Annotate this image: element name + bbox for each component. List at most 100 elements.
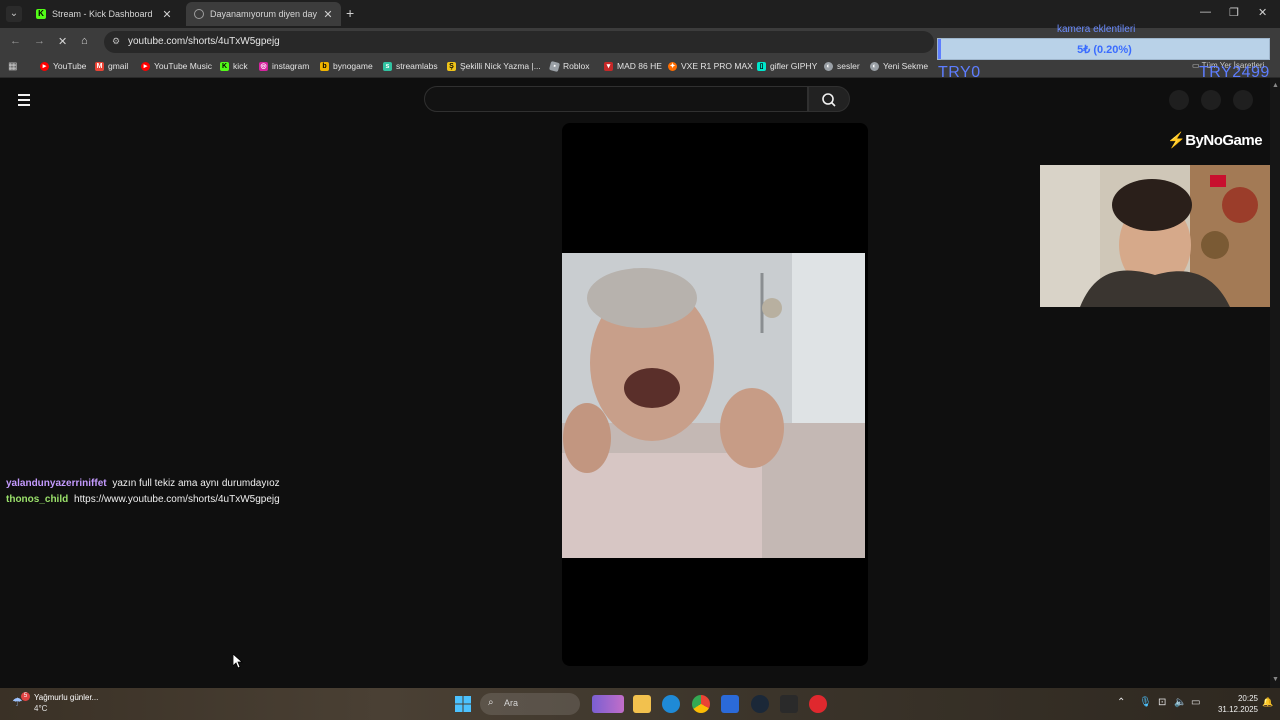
chat-username: yalandunyazerriniffet bbox=[6, 478, 107, 489]
bookmark-kick[interactable]: Kkick bbox=[220, 61, 248, 71]
bookmark-streamlabs[interactable]: s streamlabs bbox=[383, 61, 438, 71]
instagram-icon: ◎ bbox=[259, 61, 268, 71]
epic-games-icon[interactable] bbox=[780, 695, 798, 713]
temperature: 4°C bbox=[34, 704, 48, 713]
bookmark-mad[interactable]: ▾ MAD 86 HE bbox=[604, 61, 662, 71]
close-icon[interactable]: ✕ bbox=[160, 8, 174, 21]
avatar[interactable] bbox=[1233, 90, 1253, 110]
search-icon: ⌕ bbox=[488, 697, 494, 708]
taskbar-clock[interactable]: 20:25 31.12.2025 bbox=[1208, 693, 1258, 715]
new-tab-button[interactable]: + bbox=[346, 5, 354, 21]
minimize-icon[interactable]: — bbox=[1200, 6, 1211, 18]
steam-icon[interactable] bbox=[751, 695, 769, 713]
tab-youtube-short[interactable]: Dayanamıyorum diyen day ✕ bbox=[186, 2, 341, 26]
chat-message: yalandunyazerriniffet yazın full tekiz a… bbox=[6, 476, 280, 492]
youtube-loading-icon bbox=[194, 9, 204, 19]
home-icon[interactable]: ⌂ bbox=[81, 35, 88, 47]
chrome-icon[interactable] bbox=[692, 695, 710, 713]
tab-search-button[interactable]: ⌄ bbox=[6, 6, 22, 22]
overlay-goal-label: kamera eklentileri bbox=[1057, 24, 1136, 35]
mad-icon: ▾ bbox=[604, 61, 613, 71]
scroll-down-icon[interactable]: ▼ bbox=[1272, 676, 1279, 683]
battery-icon[interactable]: ▭ bbox=[1191, 697, 1200, 708]
notifications-icon[interactable] bbox=[1201, 90, 1221, 110]
close-icon[interactable]: ✕ bbox=[321, 8, 335, 21]
site-info-icon[interactable]: ⚙ bbox=[112, 36, 120, 47]
scroll-up-icon[interactable]: ▲ bbox=[1272, 82, 1279, 89]
tab-title: Stream - Kick Dashboard bbox=[52, 9, 153, 19]
chat-text: https://www.youtube.com/shorts/4uTxW5gpe… bbox=[74, 494, 280, 505]
bookmark-youtube-music[interactable]: ▸ YouTube Music bbox=[141, 61, 212, 71]
notification-badge: 5 bbox=[21, 692, 30, 701]
search-input[interactable] bbox=[424, 86, 808, 112]
kick-icon: K bbox=[36, 9, 46, 19]
chat-text: yazın full tekiz ama aynı durumdayıoz bbox=[112, 478, 280, 489]
search-button[interactable] bbox=[808, 86, 850, 112]
tab-title: Dayanamıyorum diyen day bbox=[210, 9, 318, 19]
edge-icon[interactable] bbox=[662, 695, 680, 713]
weather-text: Yağmurlu günler... bbox=[34, 693, 99, 702]
bynogame-mark-icon: ⚡ bbox=[1167, 132, 1186, 149]
overlay-goal-text: 5₺ (0.20%) bbox=[1077, 44, 1132, 56]
chat-username: thonos_child bbox=[6, 494, 69, 505]
vxe-icon: ✦ bbox=[668, 61, 677, 71]
streamlabs-icon: s bbox=[383, 61, 392, 71]
roblox-icon: ▪ bbox=[548, 60, 561, 72]
restore-icon[interactable]: ❐ bbox=[1229, 6, 1239, 19]
close-window-icon[interactable]: ✕ bbox=[1258, 6, 1267, 19]
bookmark-instagram[interactable]: ◎ instagram bbox=[259, 61, 309, 71]
bookmark-roblox[interactable]: ▪ Roblox bbox=[548, 60, 589, 72]
notification-bell-icon[interactable]: 🔔 bbox=[1262, 697, 1273, 708]
forward-icon[interactable]: → bbox=[34, 35, 45, 47]
taskbar-search[interactable]: ⌕ Ara bbox=[480, 693, 580, 715]
kick-icon: K bbox=[220, 61, 229, 71]
bookmark-bynogame[interactable]: b bynogame bbox=[320, 61, 373, 71]
stop-loading-icon[interactable]: ✕ bbox=[58, 35, 67, 48]
address-bar[interactable]: ⚙ youtube.com/shorts/4uTxW5gpejg bbox=[104, 31, 934, 53]
gmail-icon: M bbox=[95, 61, 104, 71]
giphy-icon: ▯ bbox=[757, 61, 766, 71]
back-icon[interactable]: ← bbox=[10, 35, 21, 47]
create-icon[interactable] bbox=[1169, 90, 1189, 110]
screen: ⌄ K Stream - Kick Dashboard ✕ Dayanamıyo… bbox=[0, 0, 1280, 720]
bynogame-logo: ⚡ByNoGame bbox=[1167, 132, 1263, 149]
bookmark-gmail[interactable]: Mgmail bbox=[95, 61, 128, 71]
youtube-page: yalandunyazerriniffet yazın full tekiz a… bbox=[0, 78, 1278, 688]
network-icon[interactable]: ⊡ bbox=[1158, 697, 1166, 708]
bookmark-giphy[interactable]: ▯ gifler GIPHY bbox=[757, 61, 817, 71]
bookmark-youtube[interactable]: ▸ YouTube bbox=[40, 61, 86, 71]
overlay-goal-bar: 5₺ (0.20%) bbox=[937, 38, 1270, 60]
streaming-app-icon[interactable] bbox=[809, 695, 827, 713]
bookmark-yeni-sekme[interactable]: ◐ Yeni Sekme bbox=[870, 61, 928, 71]
apps-grid-icon[interactable]: ▦ bbox=[8, 61, 17, 72]
taskbar-app-widgets[interactable] bbox=[592, 695, 624, 713]
shorts-video-player[interactable] bbox=[562, 123, 868, 666]
youtube-icon: ▸ bbox=[40, 61, 49, 71]
clock-time: 20:25 bbox=[1237, 694, 1258, 703]
clock-date: 31.12.2025 bbox=[1217, 705, 1258, 714]
bookmark-sesler[interactable]: ◐ sesler bbox=[824, 61, 860, 71]
microphone-icon[interactable]: 🎙 bbox=[1139, 697, 1152, 708]
video-frame-image bbox=[562, 253, 865, 558]
url-text: youtube.com/shorts/4uTxW5gpejg bbox=[128, 36, 280, 47]
store-icon[interactable] bbox=[721, 695, 739, 713]
mouse-cursor-icon bbox=[233, 654, 243, 669]
globe-icon: ◐ bbox=[824, 61, 833, 71]
menu-icon[interactable] bbox=[18, 94, 30, 109]
bynogame-icon: b bbox=[320, 61, 329, 71]
globe-icon: ◐ bbox=[870, 61, 879, 71]
bookmark-vxe[interactable]: ✦ VXE R1 PRO MAX bbox=[668, 61, 753, 71]
streamer-webcam bbox=[1040, 165, 1278, 307]
file-explorer-icon[interactable] bbox=[633, 695, 651, 713]
stream-chat: yalandunyazerriniffet yazın full tekiz a… bbox=[6, 476, 280, 508]
windows-start-icon[interactable] bbox=[455, 696, 471, 712]
chat-message: thonos_child https://www.youtube.com/sho… bbox=[6, 492, 280, 508]
show-hidden-icons[interactable]: ⌃ bbox=[1117, 697, 1125, 708]
search-icon bbox=[822, 93, 836, 107]
scrollbar[interactable]: ▲ ▼ bbox=[1270, 78, 1280, 688]
volume-icon[interactable]: 🔈 bbox=[1174, 697, 1186, 708]
bookmark-nick[interactable]: Ş Şekilli Nick Yazma |... bbox=[447, 61, 541, 71]
taskbar: ☂ 5 Yağmurlu günler... 4°C ⌕ Ara ⌃ 🎙 ⊡ 🔈… bbox=[0, 688, 1280, 720]
youtube-music-icon: ▸ bbox=[141, 61, 150, 71]
tab-kick-dashboard[interactable]: K Stream - Kick Dashboard ✕ bbox=[28, 2, 180, 26]
